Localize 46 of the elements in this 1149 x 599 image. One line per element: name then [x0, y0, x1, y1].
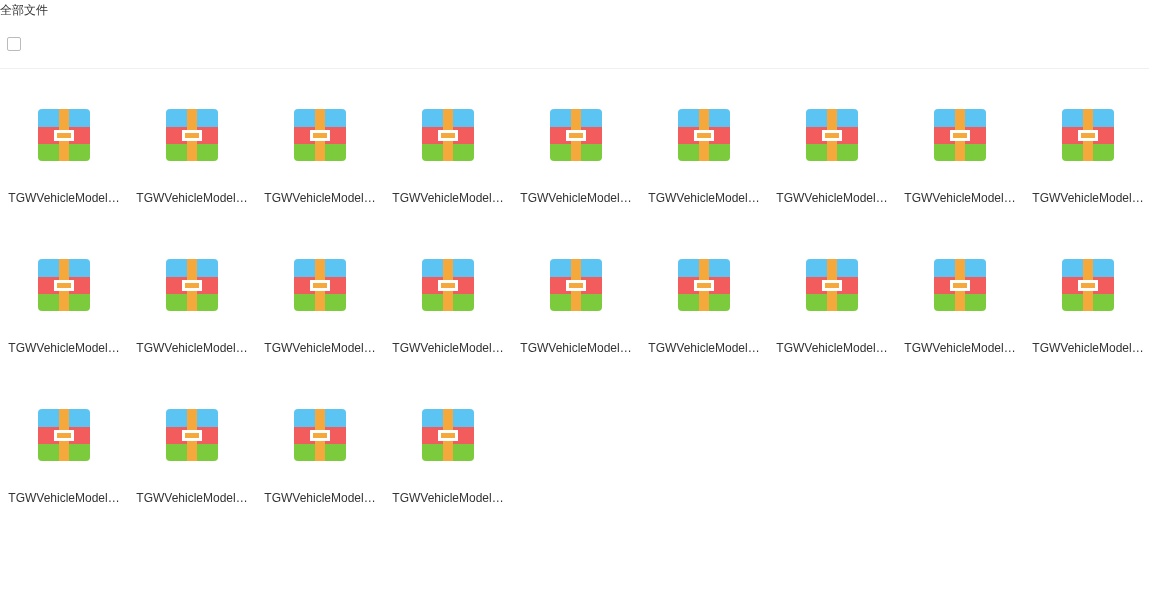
archive-icon[interactable]	[166, 109, 218, 161]
file-name[interactable]: TGWVehicleModel…	[1032, 341, 1144, 355]
archive-icon[interactable]	[678, 259, 730, 311]
archive-icon[interactable]	[806, 259, 858, 311]
file-name[interactable]: TGWVehicleModel…	[8, 491, 120, 505]
file-name[interactable]: TGWVehicleModel…	[904, 191, 1016, 205]
archive-icon[interactable]	[550, 109, 602, 161]
file-name[interactable]: TGWVehicleModel…	[392, 491, 504, 505]
file-name[interactable]: TGWVehicleModel…	[776, 191, 888, 205]
file-name[interactable]: TGWVehicleModel…	[520, 191, 632, 205]
archive-icon[interactable]	[294, 259, 346, 311]
archive-icon[interactable]	[1062, 259, 1114, 311]
archive-icon[interactable]	[294, 109, 346, 161]
file-name[interactable]: TGWVehicleModel…	[8, 191, 120, 205]
file-name[interactable]: TGWVehicleModel…	[648, 341, 760, 355]
file-name[interactable]: TGWVehicleModel…	[8, 341, 120, 355]
archive-icon[interactable]	[166, 259, 218, 311]
archive-icon[interactable]	[294, 409, 346, 461]
archive-icon[interactable]	[422, 109, 474, 161]
file-name[interactable]: TGWVehicleModel…	[264, 341, 376, 355]
breadcrumb-title: 全部文件	[0, 2, 49, 19]
file-name[interactable]: TGWVehicleModel…	[520, 341, 632, 355]
archive-icon[interactable]	[166, 409, 218, 461]
file-name[interactable]: TGWVehicleModel…	[392, 341, 504, 355]
archive-icon[interactable]	[38, 109, 90, 161]
archive-icon[interactable]	[550, 259, 602, 311]
file-name[interactable]: TGWVehicleModel…	[776, 341, 888, 355]
archive-icon[interactable]	[678, 109, 730, 161]
select-all-checkbox[interactable]	[7, 36, 21, 51]
archive-icon[interactable]	[38, 409, 90, 461]
file-name[interactable]: TGWVehicleModel…	[1032, 191, 1144, 205]
file-name[interactable]: TGWVehicleModel…	[136, 191, 248, 205]
file-name[interactable]: TGWVehicleModel…	[264, 191, 376, 205]
archive-icon[interactable]	[422, 409, 474, 461]
archive-icon[interactable]	[934, 259, 986, 311]
archive-icon[interactable]	[1062, 109, 1114, 161]
file-name[interactable]: TGWVehicleModel…	[264, 491, 376, 505]
archive-icon[interactable]	[806, 109, 858, 161]
file-name[interactable]: TGWVehicleModel…	[136, 491, 248, 505]
archive-icon[interactable]	[934, 109, 986, 161]
file-name[interactable]: TGWVehicleModel…	[392, 191, 504, 205]
file-name[interactable]: TGWVehicleModel…	[136, 341, 248, 355]
file-name[interactable]: TGWVehicleModel…	[648, 191, 760, 205]
archive-icon[interactable]	[38, 259, 90, 311]
archive-icon[interactable]	[422, 259, 474, 311]
file-name[interactable]: TGWVehicleModel…	[904, 341, 1016, 355]
